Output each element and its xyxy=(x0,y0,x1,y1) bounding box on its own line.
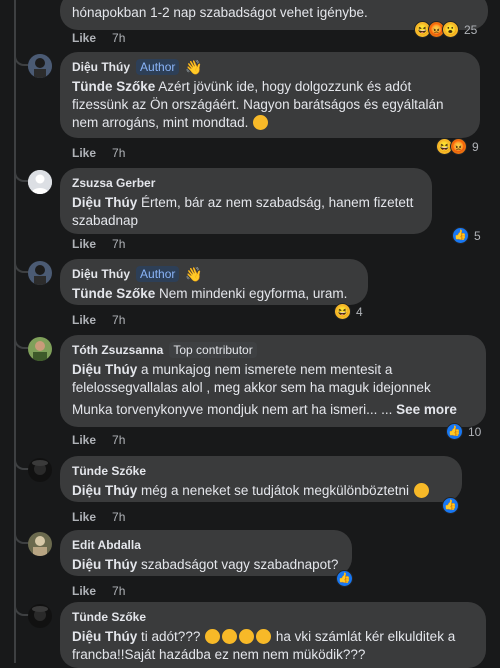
timestamp[interactable]: 7h xyxy=(112,146,125,160)
like-link[interactable]: Like xyxy=(72,237,96,251)
rofl-emoji-icon xyxy=(256,629,272,644)
like-link[interactable]: Like xyxy=(72,433,96,447)
mention[interactable]: Tünde Szőke xyxy=(72,79,155,94)
rofl-emoji-icon xyxy=(205,629,221,644)
rofl-emoji-icon xyxy=(239,629,255,644)
author-name[interactable]: Tünde Szőke xyxy=(72,464,146,478)
author-name[interactable]: Zsuzsa Gerber xyxy=(72,176,155,190)
comment-text: Diệu Thúy a munkajog nem ismerete nem me… xyxy=(72,362,431,395)
comment-text: Tünde Szőke Azért jövünk ide, hogy dolgo… xyxy=(72,79,444,130)
mention[interactable]: Tünde Szőke xyxy=(72,286,155,301)
reaction-count: 5 xyxy=(474,228,481,243)
comment-bubble: Zsuzsa Gerber Diệu Thúy Értem, bár az ne… xyxy=(60,168,432,234)
comment-text: Diệu Thúy szabadságot vagy szabadnapot? xyxy=(72,557,339,572)
mention[interactable]: Diệu Thúy xyxy=(72,557,137,572)
comment-text: Diệu Thúy ti adót??? ha vki számlát kér … xyxy=(72,629,456,662)
wow-reaction-icon: 😮 xyxy=(442,21,459,38)
like-link[interactable]: Like xyxy=(72,146,96,160)
reaction-count: 4 xyxy=(356,304,363,319)
timestamp[interactable]: 7h xyxy=(112,433,125,447)
smile-emoji-icon xyxy=(253,115,269,130)
avatar[interactable] xyxy=(28,54,52,78)
thread-line xyxy=(14,0,16,663)
wave-icon: 👋 xyxy=(185,266,203,282)
like-link[interactable]: Like xyxy=(72,313,96,327)
reaction-summary[interactable]: 😆 😡 😮 25 xyxy=(414,21,477,38)
rofl-emoji-icon xyxy=(222,629,238,644)
mention[interactable]: Diệu Thúy xyxy=(72,195,137,210)
mention[interactable]: Diệu Thúy xyxy=(72,483,137,498)
comment-meta: Like 7h xyxy=(72,31,125,45)
comment-bubble: Tünde Szőke Diệu Thúy még a neneket se t… xyxy=(60,456,462,502)
timestamp[interactable]: 7h xyxy=(112,510,125,524)
comment-text: hónapokban 1-2 nap szabadságot vehet igé… xyxy=(72,5,368,20)
reaction-summary[interactable]: 👍 10 xyxy=(446,423,481,440)
avatar[interactable] xyxy=(28,532,52,556)
comment-meta: Like 7h xyxy=(72,510,125,524)
haha-reaction-icon: 😆 xyxy=(334,303,351,320)
reaction-count: 25 xyxy=(464,22,478,37)
reaction-summary[interactable]: 👍 xyxy=(336,570,353,587)
smile-emoji-icon xyxy=(413,483,429,498)
like-link[interactable]: Like xyxy=(72,31,96,45)
reaction-summary[interactable]: 👍 xyxy=(442,497,459,514)
comment-text-continued: Munka torvenykonyve mondjuk nem art ha i… xyxy=(72,402,457,417)
mention[interactable]: Diệu Thúy xyxy=(72,629,137,644)
author-name[interactable]: Diệu Thúy xyxy=(72,267,130,281)
author-name[interactable]: Edit Abdalla xyxy=(72,538,141,552)
comment-bubble: Tünde Szőke Diệu Thúy ti adót??? ha vki … xyxy=(60,602,486,668)
timestamp[interactable]: 7h xyxy=(112,31,125,45)
comment-text: Diệu Thúy még a neneket se tudjátok megk… xyxy=(72,482,450,500)
comment-bubble: Diệu Thúy Author 👋 Tünde Szőke Nem minde… xyxy=(60,259,368,305)
author-badge: Author xyxy=(136,59,180,75)
comment-meta: Like 7h xyxy=(72,433,125,447)
mention[interactable]: Diệu Thúy xyxy=(72,362,137,377)
reaction-count: 9 xyxy=(472,139,479,154)
like-link[interactable]: Like xyxy=(72,510,96,524)
author-name[interactable]: Diệu Thúy xyxy=(72,60,130,74)
like-reaction-icon: 👍 xyxy=(446,423,463,440)
like-reaction-icon: 👍 xyxy=(452,227,469,244)
comment-text: Tünde Szőke Nem mindenki egyforma, uram. xyxy=(72,286,348,301)
like-reaction-icon: 👍 xyxy=(336,570,353,587)
avatar[interactable] xyxy=(28,458,52,482)
timestamp[interactable]: 7h xyxy=(112,313,125,327)
comment-meta: Like 7h xyxy=(72,146,125,160)
top-contributor-badge: Top contributor xyxy=(169,342,257,358)
reaction-summary[interactable]: 😆 😡 9 xyxy=(436,138,479,155)
comment-bubble: Tóth Zsuzsanna Top contributor Diệu Thúy… xyxy=(60,335,486,427)
timestamp[interactable]: 7h xyxy=(112,584,125,598)
avatar[interactable] xyxy=(28,604,52,628)
reaction-count: 10 xyxy=(468,424,482,439)
author-name[interactable]: Tóth Zsuzsanna xyxy=(72,343,163,357)
comment-bubble: Edit Abdalla Diệu Thúy szabadságot vagy … xyxy=(60,530,352,576)
author-name[interactable]: Tünde Szőke xyxy=(72,610,146,624)
like-link[interactable]: Like xyxy=(72,584,96,598)
reaction-summary[interactable]: 👍 5 xyxy=(452,227,481,244)
avatar[interactable] xyxy=(28,337,52,361)
comment-meta: Like 7h xyxy=(72,313,125,327)
like-reaction-icon: 👍 xyxy=(442,497,459,514)
author-badge: Author xyxy=(136,266,180,282)
avatar[interactable] xyxy=(28,170,52,194)
reaction-summary[interactable]: 😆 4 xyxy=(334,303,363,320)
timestamp[interactable]: 7h xyxy=(112,237,125,251)
wave-icon: 👋 xyxy=(185,59,203,75)
avatar[interactable] xyxy=(28,261,52,285)
comment-text: Diệu Thúy Értem, bár az nem szabadság, h… xyxy=(72,195,414,228)
see-more-link[interactable]: See more xyxy=(396,402,457,417)
comment-meta: Like 7h xyxy=(72,237,125,251)
comment-bubble: Diệu Thúy Author 👋 Tünde Szőke Azért jöv… xyxy=(60,52,480,138)
angry-reaction-icon: 😡 xyxy=(450,138,467,155)
comment-meta: Like 7h xyxy=(72,584,125,598)
